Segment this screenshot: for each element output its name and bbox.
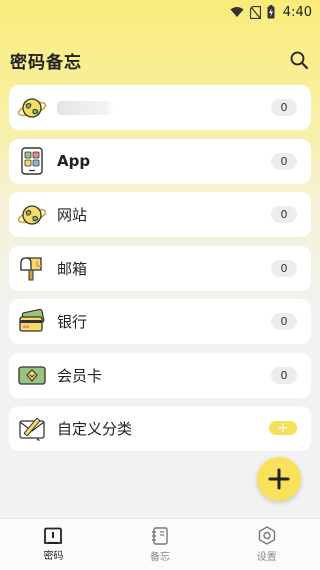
category-item-custom[interactable]: 自定义分类 + (9, 406, 311, 451)
status-bar: 4:40 (0, 0, 320, 24)
add-custom-category-badge[interactable]: + (269, 421, 297, 435)
battery-charging-icon (267, 5, 275, 19)
vip-card-icon (18, 366, 46, 385)
nav-tab-settings[interactable]: 设置 (213, 519, 320, 570)
category-count: 0 (271, 99, 297, 116)
globe-icon (17, 204, 47, 225)
category-label: 会员卡 (57, 366, 103, 385)
password-icon (44, 527, 63, 544)
bank-card-icon (19, 308, 45, 332)
redacted-category-label (57, 100, 115, 115)
category-item-email[interactable]: 邮箱 0 (9, 245, 311, 291)
search-button[interactable] (288, 49, 310, 71)
search-icon (290, 51, 308, 69)
category-item-bank[interactable]: 银行 0 (9, 299, 311, 344)
add-entry-button[interactable] (257, 457, 301, 501)
category-label: 网站 (57, 206, 88, 224)
wifi-icon (230, 7, 244, 17)
category-label: 自定义分类 (57, 420, 133, 438)
category-item-redacted[interactable]: 0 (9, 85, 311, 130)
category-item-website[interactable]: 网站 0 (9, 192, 311, 237)
category-label: App (57, 152, 91, 170)
nav-label: 备忘 (150, 551, 170, 563)
category-count: 0 (271, 259, 297, 277)
category-count: 0 (271, 206, 297, 223)
settings-hexagon-icon (258, 526, 275, 545)
category-count: 0 (271, 366, 297, 384)
nav-label: 密码 (43, 551, 64, 562)
category-item-app[interactable]: App 0 (9, 138, 311, 184)
category-list: 0 App 0 网站 0 邮箱 0 银行 0 会员卡 0 自定义分类 + (9, 85, 311, 460)
bottom-nav: 密码 备忘 设置 (0, 518, 320, 570)
envelope-pencil-icon (19, 417, 45, 441)
category-count: 0 (271, 152, 297, 170)
nav-label: 设置 (256, 552, 277, 563)
header: 密码备忘 (0, 46, 320, 74)
category-label: 邮箱 (57, 259, 88, 278)
phone-app-icon (21, 147, 43, 175)
page-title: 密码备忘 (10, 53, 82, 73)
nav-tab-memo[interactable]: 备忘 (107, 519, 214, 570)
category-label: 银行 (57, 313, 88, 331)
no-sim-icon (249, 5, 261, 19)
category-count: 0 (271, 313, 297, 330)
notebook-icon (152, 526, 168, 545)
globe-icon (17, 97, 47, 118)
nav-tab-password[interactable]: 密码 (0, 519, 107, 570)
plus-icon (268, 468, 290, 490)
status-time: 4:40 (282, 4, 312, 20)
mailbox-icon (20, 257, 42, 281)
category-item-vip-card[interactable]: 会员卡 0 (9, 352, 311, 398)
